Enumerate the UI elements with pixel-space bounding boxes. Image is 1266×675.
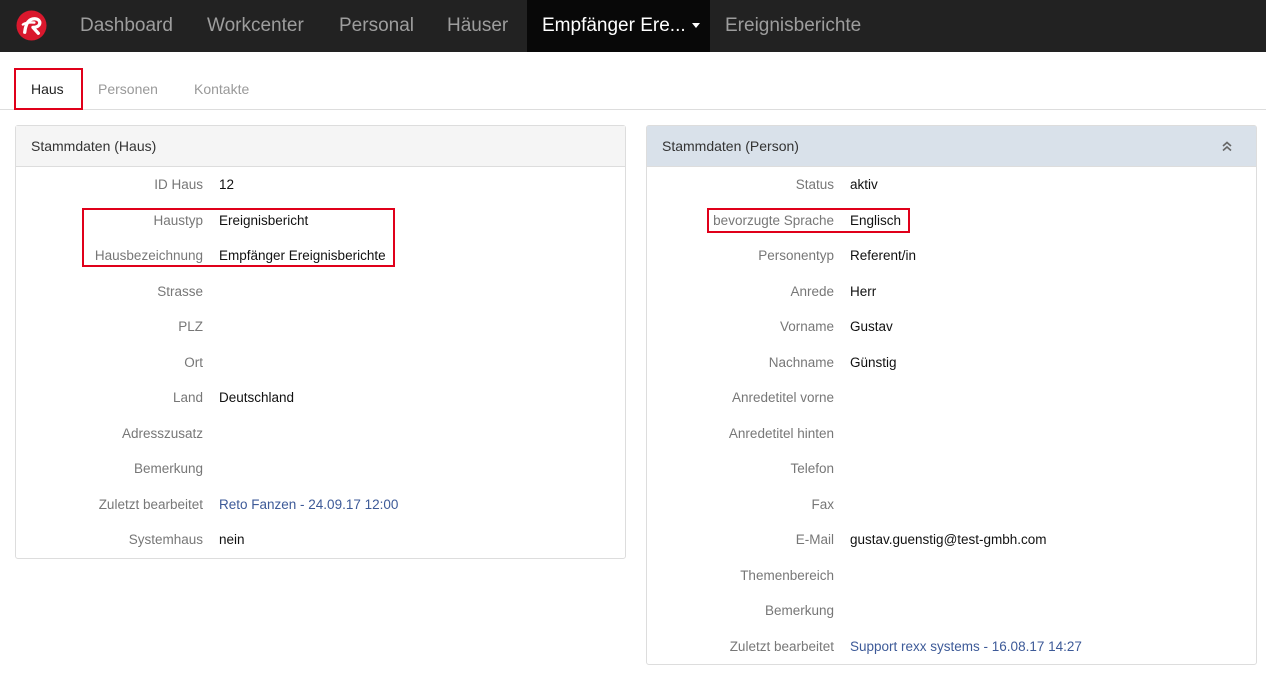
field-label: Bemerkung	[764, 603, 834, 618]
field-label: Bemerkung	[133, 461, 203, 476]
field-value: Deutschland	[219, 390, 295, 405]
field-label: Haustyp	[153, 213, 203, 228]
field-label: Adresszusatz	[121, 426, 203, 441]
nav-haeuser[interactable]: Häuser	[447, 0, 508, 52]
tab-personen[interactable]: Personen	[98, 68, 158, 110]
field-label: Status	[795, 177, 834, 192]
double-chevron-up-icon[interactable]	[1220, 139, 1234, 153]
field-value: Englisch	[850, 213, 902, 228]
field-label: Ort	[184, 355, 203, 370]
caret-down-icon	[691, 23, 700, 29]
nav-personal[interactable]: Personal	[339, 0, 414, 52]
last-edited-link[interactable]: Reto Fanzen - 24.09.17 12:00	[219, 495, 398, 515]
panel-title-person: Stammdaten (Person)	[662, 138, 799, 154]
field-value: Gustav	[850, 319, 893, 334]
field-value: nein	[219, 532, 245, 547]
field-label: Zuletzt bearbeitet	[729, 639, 834, 654]
field-label: Systemhaus	[128, 532, 203, 547]
field-label: Telefon	[790, 461, 834, 476]
nav-empfaenger-dropdown[interactable]: Empfänger Ere...	[527, 0, 710, 52]
field-label: Personentyp	[758, 248, 834, 263]
field-label: Anrede	[790, 284, 834, 299]
nav-empfaenger-label: Empfänger Ere...	[542, 15, 686, 36]
field-label: E-Mail	[795, 532, 834, 547]
field-value: Ereignisbericht	[219, 213, 309, 228]
rexx-logo-icon[interactable]	[16, 10, 47, 41]
subtab-bar: Haus Personen Kontakte	[0, 52, 1266, 110]
field-label: Land	[172, 390, 203, 405]
field-label: Hausbezeichnung	[94, 248, 203, 263]
panel-stammdaten-haus: Stammdaten (Haus)	[15, 125, 626, 559]
field-label: Strasse	[157, 284, 203, 299]
field-label: Anredetitel vorne	[731, 390, 834, 405]
field-value: 12	[219, 177, 235, 192]
field-value: Empfänger Ereignisberichte	[219, 248, 386, 263]
top-navbar: Dashboard Workcenter Personal Häuser Emp…	[0, 0, 1266, 52]
field-value: Günstig	[850, 355, 897, 370]
nav-dashboard[interactable]: Dashboard	[80, 0, 173, 52]
field-label: Nachname	[768, 355, 834, 370]
field-label: Vorname	[779, 319, 834, 334]
tab-haus[interactable]: Haus	[31, 68, 64, 110]
field-label: Themenbereich	[740, 568, 834, 583]
panel-title-haus: Stammdaten (Haus)	[16, 126, 625, 167]
field-label: Zuletzt bearbeitet	[98, 497, 203, 512]
field-value: Referent/in	[850, 248, 917, 263]
nav-ereignisberichte[interactable]: Ereignisberichte	[725, 0, 861, 52]
field-label: PLZ	[178, 319, 203, 334]
tab-kontakte[interactable]: Kontakte	[194, 68, 249, 110]
field-value: aktiv	[850, 177, 878, 192]
field-label: bevorzugte Sprache	[713, 213, 834, 228]
nav-workcenter[interactable]: Workcenter	[207, 0, 304, 52]
field-label: Fax	[811, 497, 834, 512]
panel-header-person: Stammdaten (Person)	[647, 126, 1256, 167]
field-value: gustav.guenstig@test-gmbh.com	[850, 532, 1047, 547]
field-value: Herr	[850, 284, 877, 299]
field-label: Anredetitel hinten	[728, 426, 834, 441]
field-label: ID Haus	[154, 177, 203, 192]
last-edited-link[interactable]: Support rexx systems - 16.08.17 14:27	[850, 637, 1082, 657]
